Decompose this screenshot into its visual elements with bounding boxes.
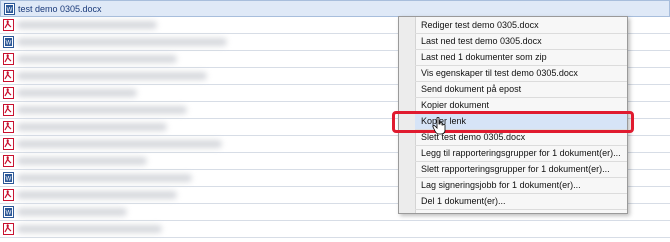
context-menu-item-label: Rediger test demo 0305.docx: [421, 20, 539, 30]
pdf-icon: [3, 53, 14, 65]
redacted-filename: [17, 21, 157, 29]
context-menu-item[interactable]: Last ned 1 dokumenter som zip: [415, 49, 627, 66]
word-doc-icon: W: [3, 172, 14, 184]
context-menu-item[interactable]: Legg til rapporteringsgrupper for 1 doku…: [415, 145, 627, 162]
document-row[interactable]: [0, 221, 670, 238]
context-menu-item-label: Send dokument på epost: [421, 84, 522, 94]
redacted-filename: [17, 225, 162, 233]
svg-text:W: W: [6, 177, 12, 183]
highlight-box: [392, 111, 634, 133]
context-menu-item[interactable]: Last ned test demo 0305.docx: [415, 33, 627, 50]
redacted-filename: [17, 174, 192, 182]
svg-text:W: W: [6, 41, 12, 47]
redacted-filename: [17, 106, 187, 114]
pdf-icon: [3, 19, 14, 31]
svg-text:W: W: [7, 8, 13, 14]
redacted-filename: [17, 38, 227, 46]
context-menu-item-label: Last ned test demo 0305.docx: [421, 36, 542, 46]
pdf-icon: [3, 138, 14, 150]
word-doc-icon: W: [3, 206, 14, 218]
context-menu-item-label: Slett rapporteringsgrupper for 1 dokumen…: [421, 164, 610, 174]
pdf-icon: [3, 121, 14, 133]
context-menu-item[interactable]: Send dokument på epost: [415, 81, 627, 98]
selected-document-row[interactable]: W test demo 0305.docx: [0, 0, 670, 17]
context-menu-item-label: Del 1 dokument(er)...: [421, 196, 506, 206]
selected-file-name[interactable]: test demo 0305.docx: [18, 4, 102, 14]
pdf-icon: [3, 104, 14, 116]
redacted-filename: [17, 72, 207, 80]
context-menu-item-label: Vis egenskaper til test demo 0305.docx: [421, 68, 578, 78]
pdf-icon: [3, 87, 14, 99]
redacted-filename: [17, 55, 177, 63]
redacted-filename: [17, 157, 147, 165]
context-menu-item[interactable]: Rediger test demo 0305.docx: [415, 17, 627, 34]
word-doc-icon: W: [3, 36, 14, 48]
pdf-icon: [3, 155, 14, 167]
redacted-filename: [17, 140, 222, 148]
pdf-icon: [3, 189, 14, 201]
context-menu-item-label: Lag signeringsjobb for 1 dokument(er)...: [421, 180, 581, 190]
redacted-filename: [17, 123, 167, 131]
redacted-filename: [17, 208, 127, 216]
hand-cursor-icon: [432, 117, 446, 135]
context-menu-item-label: Kopier dokument: [421, 100, 490, 110]
redacted-filename: [17, 89, 137, 97]
word-doc-icon: W: [4, 3, 15, 15]
redacted-filename: [17, 191, 177, 199]
pdf-icon: [3, 223, 14, 235]
context-menu-item[interactable]: Slett rapporteringsgrupper for 1 dokumen…: [415, 161, 627, 178]
context-menu-item[interactable]: Vis egenskaper til test demo 0305.docx: [415, 65, 627, 82]
pdf-icon: [3, 70, 14, 82]
context-menu-item[interactable]: Del 1 dokument(er)...: [415, 193, 627, 210]
context-menu-item-label: Last ned 1 dokumenter som zip: [421, 52, 547, 62]
context-menu-item-label: Legg til rapporteringsgrupper for 1 doku…: [421, 148, 621, 158]
context-menu-item[interactable]: Lag signeringsjobb for 1 dokument(er)...: [415, 177, 627, 194]
svg-text:W: W: [6, 211, 12, 217]
